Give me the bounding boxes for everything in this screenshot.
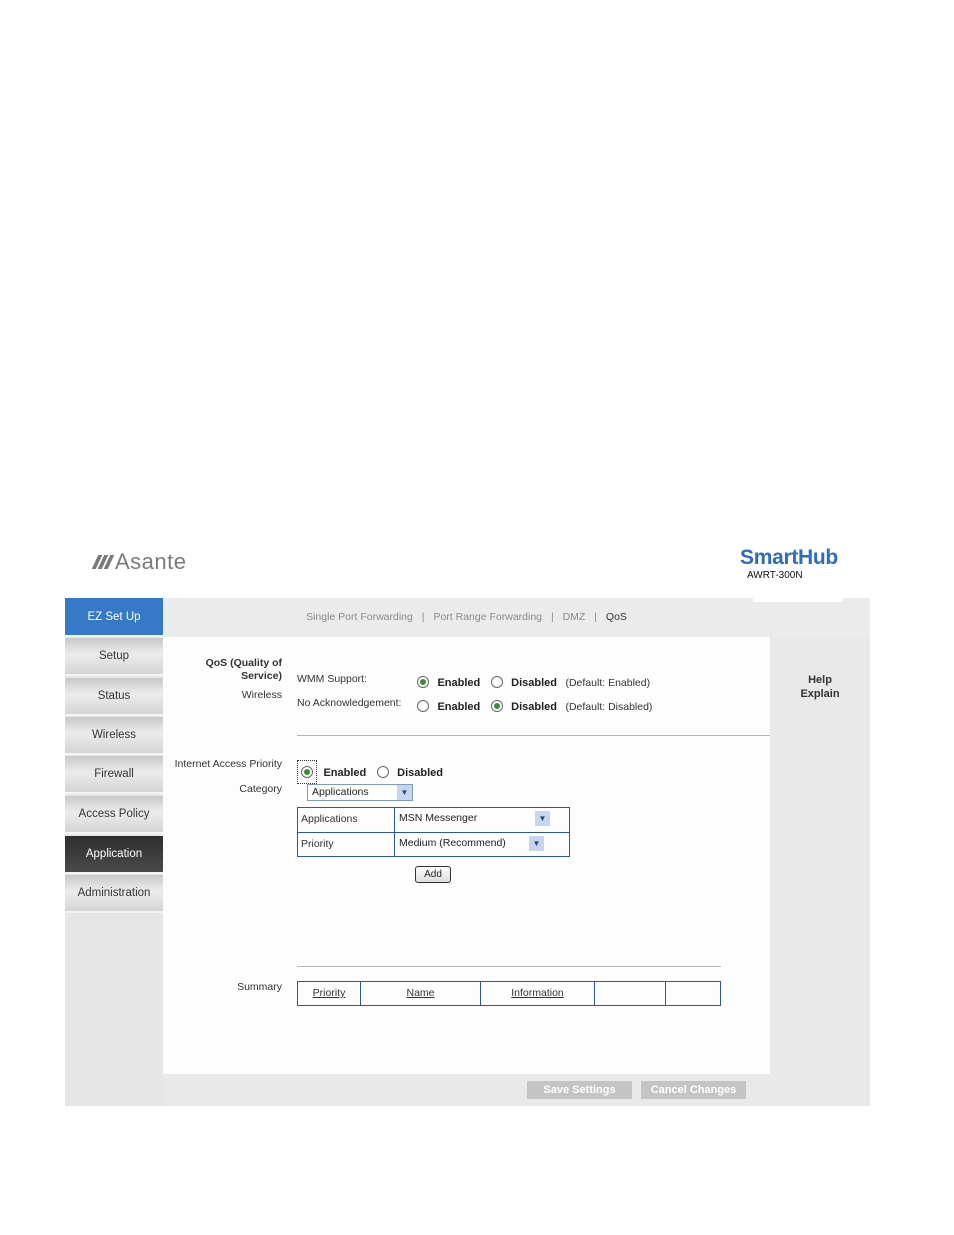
- brand-model: AWRT-300N: [747, 570, 803, 581]
- tab-separator: |: [594, 611, 597, 623]
- qos-section-title-line2: Service): [241, 670, 282, 682]
- no-ack-disabled-label: Disabled: [511, 701, 558, 713]
- summary-col-empty: [666, 982, 720, 1005]
- no-ack-enabled-radio[interactable]: [417, 699, 429, 712]
- logo-text: Asante: [115, 549, 187, 574]
- no-ack-label: No Acknowledgement:: [297, 697, 402, 709]
- wmm-enabled-label: Enabled: [437, 677, 481, 689]
- summary-col-information[interactable]: Information: [481, 982, 595, 1005]
- help-column: [770, 637, 870, 1074]
- summary-table: Priority Name Information: [297, 981, 721, 1006]
- no-ack-options: Enabled Disabled (Default: Disabled): [417, 697, 652, 715]
- tab-port-range-forwarding[interactable]: Port Range Forwarding: [433, 611, 542, 623]
- tab-separator: |: [421, 611, 425, 623]
- priority-disabled-label: Disabled: [397, 767, 444, 780]
- sidebar-item-label: Application: [85, 848, 143, 860]
- summary-col-name[interactable]: Name: [361, 982, 481, 1005]
- sidebar-item-label: Status: [97, 690, 131, 702]
- brand-title: SmartHub: [740, 546, 838, 569]
- priority-enabled-label: Enabled: [323, 767, 367, 780]
- wireless-label: Wireless: [241, 689, 282, 701]
- priority-select-value: Medium (Recommend): [399, 837, 506, 849]
- chevron-down-icon: ▼: [529, 836, 544, 851]
- no-ack-default-note: (Default: Disabled): [565, 701, 653, 713]
- sidebar-item-firewall[interactable]: Firewall: [65, 756, 163, 794]
- tab-separator: |: [550, 611, 554, 623]
- sidebar-item-status[interactable]: Status: [65, 678, 163, 716]
- summary-label: Summary: [237, 981, 282, 993]
- cancel-changes-button[interactable]: Cancel Changes: [641, 1081, 746, 1099]
- category-select-value: Applications: [312, 786, 369, 798]
- qos-section-title-line1: QoS (Quality of: [205, 657, 282, 669]
- sidebar-item-label: EZ Set Up: [87, 610, 141, 623]
- wmm-support-label: WMM Support:: [297, 673, 368, 685]
- wmm-default-note: (Default: Enabled): [565, 677, 651, 689]
- category-label: Category: [239, 783, 282, 795]
- chevron-down-icon: ▼: [535, 811, 550, 826]
- sidebar-item-label: Administration: [77, 887, 151, 899]
- table-divider: [298, 832, 569, 833]
- sidebar-item-label: Wireless: [91, 729, 137, 741]
- priority-select[interactable]: Medium (Recommend) ▼: [395, 836, 544, 853]
- footer-bar: [163, 1074, 870, 1106]
- internet-access-priority-label: Internet Access Priority: [174, 758, 282, 770]
- focus-ring: [297, 760, 317, 784]
- tab-qos[interactable]: QoS: [606, 611, 627, 623]
- help-box: Help Explain: [770, 673, 870, 701]
- tab-dmz[interactable]: DMZ: [563, 611, 586, 623]
- chevron-down-icon: ▼: [397, 785, 412, 800]
- sidebar-item-wireless[interactable]: Wireless: [65, 717, 163, 755]
- summary-col-empty: [595, 982, 666, 1005]
- save-settings-button[interactable]: Save Settings: [527, 1081, 632, 1099]
- smarthub-brand: SmartHub AWRT-300N: [735, 546, 843, 581]
- category-select[interactable]: Applications ▼: [307, 784, 413, 801]
- explain-link[interactable]: Explain: [770, 687, 870, 701]
- wmm-enabled-radio[interactable]: [417, 675, 429, 688]
- priority-label: Priority: [301, 838, 334, 850]
- priority-disabled-radio[interactable]: [376, 766, 389, 778]
- wmm-support-options: Enabled Disabled (Default: Enabled): [417, 673, 650, 691]
- asante-logo-icon: [91, 555, 115, 569]
- brand-gap: [753, 588, 843, 602]
- internet-priority-options: Enabled Disabled: [297, 760, 443, 784]
- asante-logo: Asante: [91, 549, 187, 575]
- wmm-disabled-radio[interactable]: [490, 675, 503, 688]
- sidebar-item-access-policy[interactable]: Access Policy: [65, 796, 163, 834]
- wmm-disabled-label: Disabled: [511, 677, 558, 689]
- priority-enabled-radio[interactable]: [301, 765, 313, 778]
- sidebar-item-label: Setup: [98, 650, 130, 662]
- tab-single-port-forwarding[interactable]: Single Port Forwarding: [306, 611, 413, 623]
- divider: [297, 966, 721, 967]
- no-ack-enabled-label: Enabled: [437, 701, 481, 713]
- add-button[interactable]: Add: [415, 866, 451, 883]
- sidebar-item-label: Access Policy: [78, 808, 150, 820]
- applications-label: Applications: [301, 813, 358, 825]
- sidebar-item-administration[interactable]: Administration: [65, 875, 163, 913]
- sidebar-item-setup[interactable]: Setup: [65, 638, 163, 676]
- summary-col-priority[interactable]: Priority: [298, 982, 361, 1005]
- applications-select-value: MSN Messenger: [399, 812, 478, 824]
- sidebar-item-ez-setup[interactable]: EZ Set Up: [65, 598, 163, 637]
- no-ack-disabled-radio[interactable]: [490, 699, 503, 712]
- help-link[interactable]: Help: [770, 673, 870, 687]
- applications-select[interactable]: MSN Messenger ▼: [395, 811, 550, 828]
- sidebar-item-label: Firewall: [94, 768, 134, 780]
- divider: [297, 735, 770, 736]
- sidebar-item-application[interactable]: Application: [65, 836, 163, 874]
- subtabs: Single Port Forwarding | Port Range Forw…: [163, 611, 770, 623]
